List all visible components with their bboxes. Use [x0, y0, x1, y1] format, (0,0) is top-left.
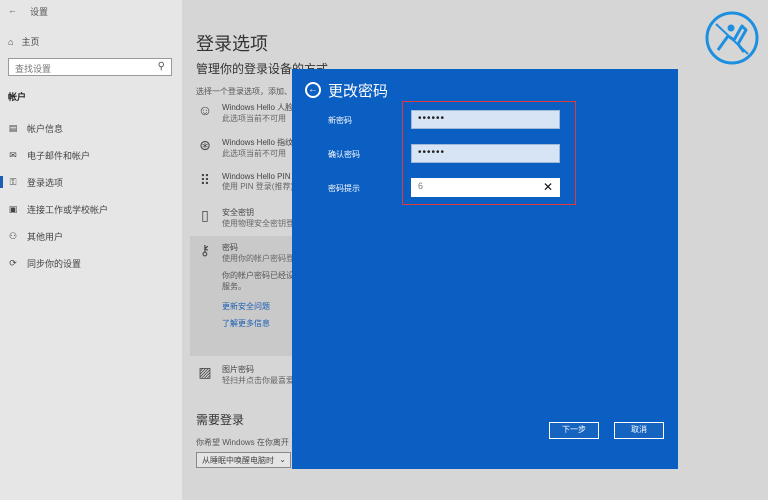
back-arrow-icon[interactable]: ← — [8, 5, 17, 15]
option-picture-password[interactable]: ▨ 图片密码 轻扫并点击你最喜爱 — [196, 364, 294, 386]
page-title: 登录选项 — [196, 34, 268, 54]
confirm-password-field[interactable]: •••••• — [411, 144, 560, 163]
password-hint-field[interactable]: 6 ✕ — [411, 178, 560, 197]
option-password[interactable]: ⚷ 密码 使用你的帐户密码登 — [196, 242, 294, 264]
home-label: 主页 — [21, 37, 40, 47]
sidebar-item-label: 其他用户 — [27, 231, 64, 242]
sidebar-item-label: 连接工作或学校帐户 — [27, 204, 109, 215]
key-icon: ⚿ — [9, 176, 17, 187]
learn-more-link[interactable]: 了解更多信息 — [222, 318, 270, 329]
smile-face-icon: ☺ — [197, 102, 213, 118]
key-icon: ⚷ — [199, 242, 211, 258]
new-password-label: 新密码 — [328, 116, 352, 125]
sidebar-item-account-info[interactable]: ▤ 帐户信息 — [8, 120, 63, 136]
require-sign-in-dropdown[interactable]: 从睡眠中唤醒电脑时 ⌄ — [196, 452, 291, 468]
next-button[interactable]: 下一步 — [549, 422, 599, 439]
search-input[interactable]: 查找设置 ⚲ — [8, 58, 172, 76]
option-desc: 轻扫并点击你最喜爱 — [222, 376, 294, 385]
option-title: Windows Hello 指纹 — [222, 138, 294, 147]
close-icon[interactable]: ✕ — [543, 180, 553, 194]
back-arrow-icon[interactable]: ← — [305, 82, 321, 98]
confirm-password-label: 确认密码 — [328, 150, 360, 159]
sidebar-item-label: 帐户信息 — [27, 123, 64, 134]
confirm-password-value: •••••• — [418, 147, 446, 158]
option-desc: 此选项当前不可用 — [222, 149, 286, 158]
watermark-logo — [705, 11, 759, 65]
option-title: 密码 — [222, 243, 238, 252]
home-nav[interactable]: ⌂ 主页 — [8, 35, 39, 48]
option-desc: 使用 PIN 登录(推荐) — [222, 182, 294, 191]
fingerprint-icon: ⊛ — [199, 137, 211, 153]
sidebar-item-label: 电子邮件和帐户 — [27, 150, 91, 161]
option-security-key[interactable]: ▯ 安全密钥 使用物理安全密钥登 — [196, 207, 294, 229]
window-title: 设置 — [30, 7, 49, 17]
change-password-dialog: ← 更改密码 新密码 •••••• 确认密码 •••••• 密码提示 6 ✕ 下… — [292, 69, 678, 469]
password-note-2: 服务。 — [222, 282, 246, 291]
require-sign-in-desc: 你希望 Windows 在你离开 — [196, 438, 289, 447]
sidebar-item-sync[interactable]: ⟳ 同步你的设置 — [8, 255, 81, 271]
dialog-title: 更改密码 — [328, 83, 389, 100]
option-fingerprint[interactable]: ⊛ Windows Hello 指纹 此选项当前不可用 — [196, 137, 293, 159]
option-face[interactable]: ☺ Windows Hello 人脸 此选项当前不可用 — [196, 102, 293, 124]
sync-icon: ⟳ — [9, 257, 17, 268]
search-placeholder: 查找设置 — [15, 64, 52, 74]
sidebar-item-label: 同步你的设置 — [27, 258, 82, 269]
new-password-value: •••••• — [418, 113, 446, 124]
intro-text: 选择一个登录选项，添加、 — [196, 87, 292, 96]
home-icon: ⌂ — [8, 36, 14, 47]
update-security-questions-link[interactable]: 更新安全问题 — [222, 301, 270, 312]
cancel-button[interactable]: 取消 — [614, 422, 664, 439]
option-title: Windows Hello PIN — [222, 172, 291, 181]
mail-icon: ✉ — [9, 149, 17, 160]
sidebar-item-email[interactable]: ✉ 电子邮件和帐户 — [8, 147, 90, 163]
person-card-icon: ▤ — [8, 122, 18, 133]
sidebar-item-label: 登录选项 — [27, 177, 64, 188]
search-icon: ⚲ — [157, 61, 165, 72]
option-title: 安全密钥 — [222, 208, 254, 217]
dropdown-value: 从睡眠中唤醒电脑时 — [202, 456, 274, 465]
password-hint-label: 密码提示 — [328, 184, 360, 193]
section-heading: 帐户 — [8, 92, 27, 102]
option-desc: 此选项当前不可用 — [222, 114, 286, 123]
settings-sidebar: ← 设置 ⌂ 主页 查找设置 ⚲ 帐户 ▤ 帐户信息 ✉ 电子邮件和帐户 ⚿ 登… — [0, 0, 182, 500]
option-title: Windows Hello 人脸 — [222, 103, 294, 112]
briefcase-icon: ▣ — [8, 203, 18, 214]
keypad-icon: ⠿ — [199, 172, 211, 188]
sidebar-item-work-school[interactable]: ▣ 连接工作或学校帐户 — [8, 201, 108, 217]
require-sign-in-heading: 需要登录 — [196, 413, 245, 427]
new-password-field[interactable]: •••••• — [411, 110, 560, 129]
option-title: 图片密码 — [222, 365, 254, 374]
password-hint-value: 6 — [418, 181, 424, 191]
person-add-icon: ⚇ — [8, 230, 18, 241]
option-desc: 使用你的帐户密码登 — [222, 254, 294, 263]
picture-icon: ▨ — [198, 364, 212, 380]
password-note: 你的帐户密码已经设 — [222, 271, 294, 280]
usb-key-icon: ▯ — [201, 207, 209, 223]
chevron-down-icon: ⌄ — [279, 455, 286, 464]
sidebar-item-sign-in-options[interactable]: ⚿ 登录选项 — [0, 174, 64, 190]
sidebar-item-other-users[interactable]: ⚇ 其他用户 — [8, 228, 63, 244]
option-desc: 使用物理安全密钥登 — [222, 219, 294, 228]
option-pin[interactable]: ⠿ Windows Hello PIN 使用 PIN 登录(推荐) — [196, 172, 293, 192]
